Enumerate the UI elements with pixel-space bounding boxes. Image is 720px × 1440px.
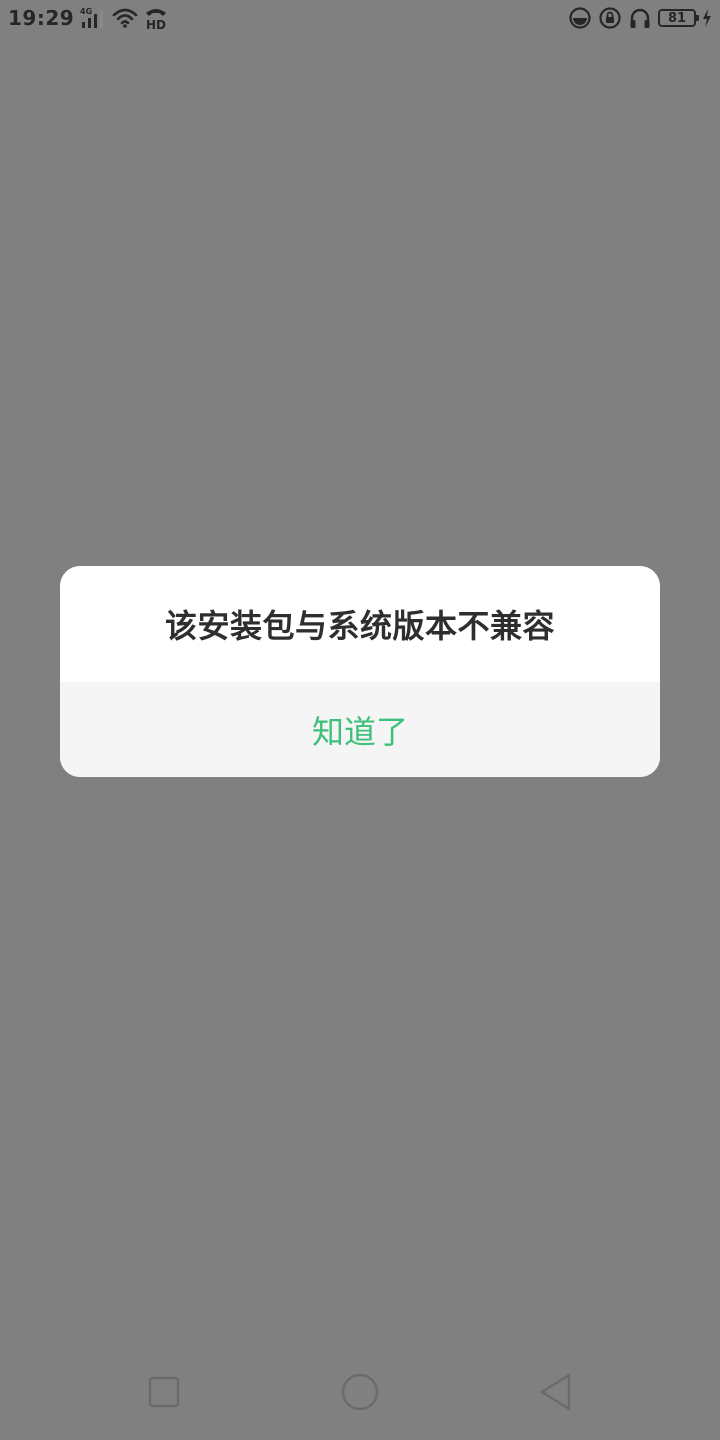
home-icon — [340, 1372, 380, 1412]
headphones-icon — [628, 6, 652, 30]
battery-icon: 81 — [658, 9, 699, 27]
navigation-bar — [0, 1346, 720, 1440]
screen: 19:29 4G HD 81 该安装包与系统版本不兼容 知道了 — [0, 0, 720, 1440]
status-left: 19:29 4G HD — [8, 4, 168, 32]
wifi-icon — [112, 7, 138, 29]
back-button[interactable] — [526, 1366, 586, 1418]
status-right: 81 — [568, 4, 712, 32]
home-button[interactable] — [330, 1366, 390, 1418]
back-icon — [539, 1373, 573, 1411]
incompatible-package-dialog: 该安装包与系统版本不兼容 知道了 — [60, 566, 660, 777]
vpn-icon — [568, 6, 592, 30]
signal-icon: 4G — [80, 6, 106, 30]
network-type-label: 4G — [80, 7, 92, 16]
dialog-message: 该安装包与系统版本不兼容 — [164, 607, 555, 645]
lock-rotation-icon — [598, 6, 622, 30]
status-time: 19:29 — [8, 6, 75, 30]
hd-call-icon: HD — [144, 5, 168, 31]
recent-apps-icon — [148, 1376, 180, 1408]
battery-level: 81 — [667, 10, 687, 26]
hd-label: HD — [146, 18, 166, 31]
charging-icon — [702, 8, 712, 28]
got-it-button[interactable]: 知道了 — [60, 682, 660, 777]
recent-apps-button[interactable] — [134, 1366, 194, 1418]
status-bar: 19:29 4G HD 81 — [0, 0, 720, 36]
